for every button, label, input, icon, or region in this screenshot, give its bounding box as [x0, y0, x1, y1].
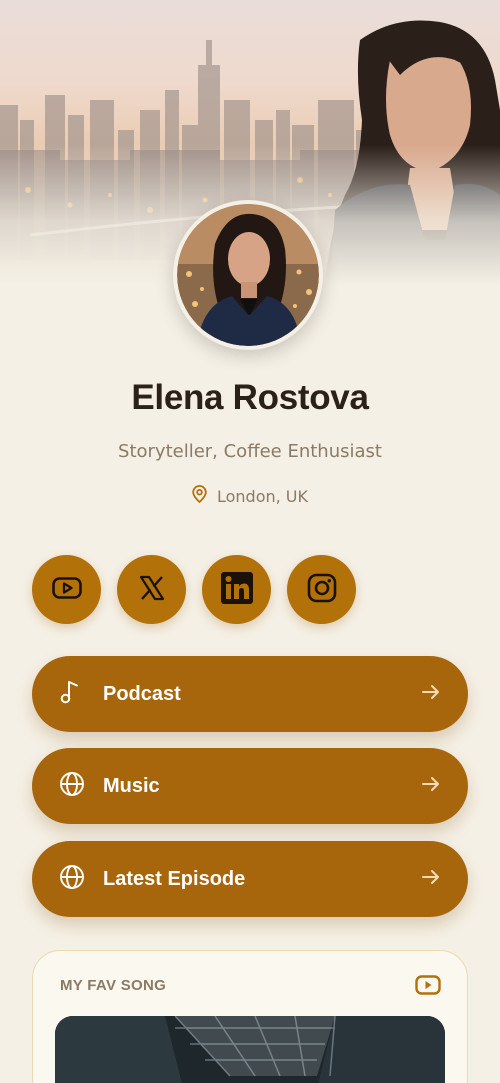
link-music[interactable]: Music	[32, 748, 468, 824]
link-label: Podcast	[103, 682, 181, 705]
social-links	[32, 555, 356, 624]
profile-name: Elena Rostova	[131, 378, 369, 417]
globe-icon	[59, 864, 85, 894]
music-note-icon	[59, 679, 85, 709]
linkedin-button[interactable]	[202, 555, 271, 624]
globe-icon	[59, 771, 85, 801]
profile-avatar	[173, 200, 323, 350]
link-label: Music	[103, 774, 160, 797]
fav-song-card: MY FAV SONG	[32, 950, 468, 1083]
link-podcast[interactable]: Podcast	[32, 656, 468, 732]
song-video-thumbnail[interactable]	[55, 1016, 445, 1083]
instagram-icon	[307, 573, 337, 607]
link-label: Latest Episode	[103, 867, 246, 890]
instagram-button[interactable]	[287, 555, 356, 624]
fav-song-title: MY FAV SONG	[60, 977, 167, 994]
profile-bio: Storyteller, Coffee Enthusiast	[118, 441, 382, 462]
x-icon	[138, 574, 166, 606]
youtube-button[interactable]	[32, 555, 101, 624]
x-button[interactable]	[117, 555, 186, 624]
profile-location: London, UK	[0, 485, 500, 507]
profile-page: Elena Rostova Storyteller, Coffee Enthus…	[0, 0, 500, 1083]
location-text: London, UK	[216, 486, 309, 506]
arrow-right-icon	[421, 775, 441, 797]
linkedin-icon	[220, 571, 253, 608]
youtube-icon	[51, 576, 82, 603]
youtube-icon[interactable]	[415, 975, 441, 999]
arrow-right-icon	[421, 683, 441, 705]
map-pin-icon	[192, 485, 207, 507]
arrow-right-icon	[421, 868, 441, 890]
link-latest-episode[interactable]: Latest Episode	[32, 841, 468, 917]
